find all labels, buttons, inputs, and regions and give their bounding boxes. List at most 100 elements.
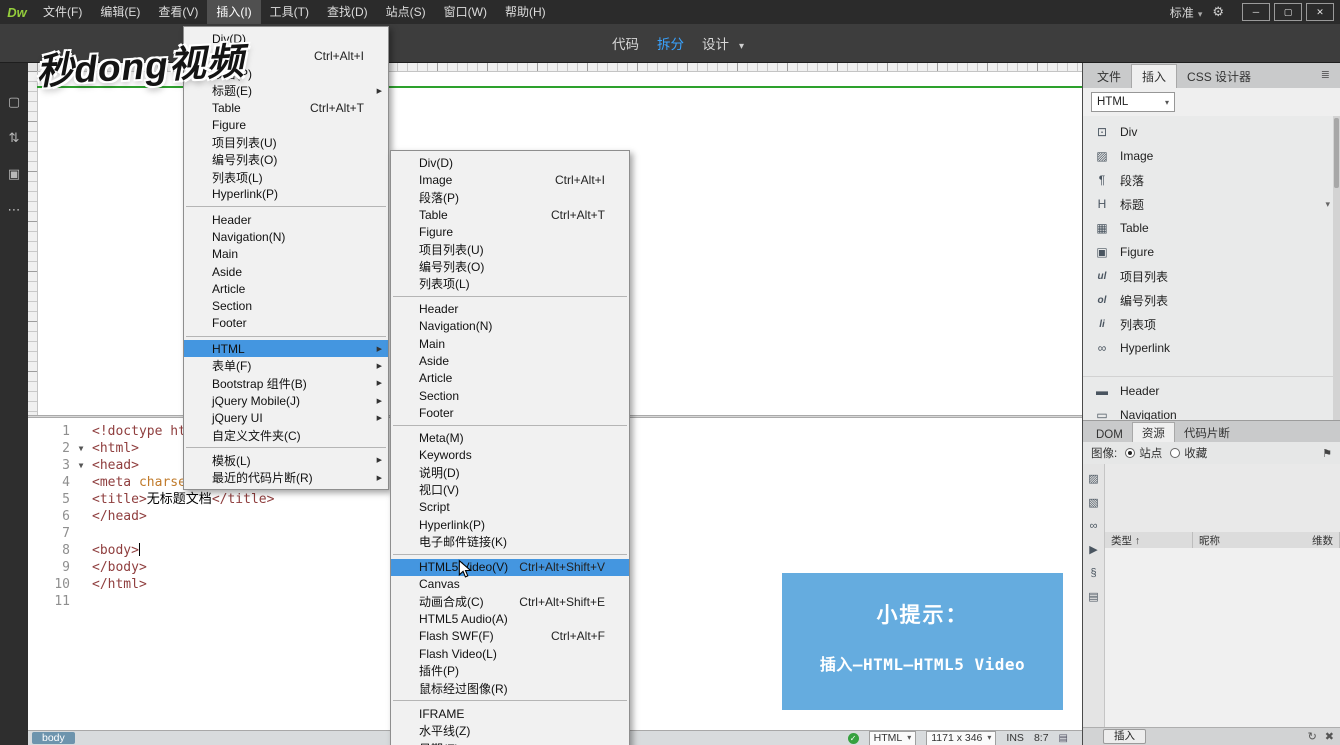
media-icon[interactable]: ▶ <box>1089 543 1097 556</box>
column-header[interactable]: 昵称 <box>1193 532 1306 548</box>
insert-item[interactable]: ⊡ Div ▾ <box>1083 120 1340 144</box>
menu-item[interactable]: 编号列表(O) <box>184 151 388 168</box>
insert-item[interactable]: ol 编号列表 ▾ <box>1083 288 1340 312</box>
menubar-item[interactable]: 插入(I) <box>207 0 260 24</box>
panel-tab[interactable]: CSS 设计器 <box>1177 65 1261 88</box>
panel-scrollbar[interactable] <box>1333 116 1340 420</box>
insert-category-dropdown[interactable]: HTML▾ <box>1091 92 1175 112</box>
column-header[interactable]: 维数 <box>1306 532 1340 548</box>
menu-item[interactable]: 项目列表(U) <box>184 134 388 151</box>
menu-item[interactable]: 视口(V) <box>391 481 629 498</box>
insert-item[interactable]: li 列表项 ▾ <box>1083 312 1340 336</box>
menu-item[interactable]: 编号列表(O) <box>391 258 629 275</box>
insert-item[interactable]: H 标题 ▾ <box>1083 192 1340 216</box>
refresh-icon[interactable]: ↻ <box>1308 730 1317 743</box>
menu-item[interactable]: HTML5 Video(V)Ctrl+Alt+Shift+V <box>391 559 629 576</box>
document-icon[interactable]: ▢ <box>8 94 20 110</box>
menu-item[interactable]: Aside <box>184 263 388 280</box>
insert-item[interactable]: ▦ Table ▾ <box>1083 216 1340 240</box>
menu-item[interactable]: Article <box>391 370 629 387</box>
asset-list-area[interactable] <box>1105 548 1340 727</box>
colors-icon[interactable]: ▧ <box>1088 496 1098 509</box>
insert-item[interactable]: ▨ Image ▾ <box>1083 144 1340 168</box>
site-radio[interactable]: 站点 <box>1125 445 1162 461</box>
menu-item[interactable]: 插件(P) <box>391 662 629 679</box>
menu-item[interactable]: Footer <box>391 404 629 421</box>
view-mode-tab[interactable]: 代码 <box>612 33 639 53</box>
menu-item[interactable]: IFRAME <box>391 705 629 722</box>
bookmark-icon[interactable]: ⚑ <box>1322 447 1332 460</box>
menubar-item[interactable]: 站点(S) <box>377 0 435 24</box>
menubar-item[interactable]: 查找(D) <box>318 0 377 24</box>
menu-item[interactable]: Section <box>391 387 629 404</box>
menubar-item[interactable]: 编辑(E) <box>91 0 149 24</box>
menu-item[interactable]: 水平线(Z) <box>391 722 629 739</box>
menu-item[interactable]: Navigation(N) <box>391 318 629 335</box>
menu-item[interactable]: Aside <box>391 352 629 369</box>
menu-item[interactable]: Div(D) <box>391 154 629 171</box>
favorites-radio[interactable]: 收藏 <box>1170 445 1207 461</box>
menu-item[interactable]: 段落(P) <box>391 189 629 206</box>
scripts-icon[interactable]: § <box>1090 567 1096 579</box>
scrollbar-thumb[interactable] <box>1334 118 1339 188</box>
menu-item[interactable]: Hyperlink(P) <box>184 186 388 203</box>
assets-insert-button[interactable]: 插入 <box>1103 729 1146 744</box>
menu-item[interactable]: 模板(L)▶ <box>184 452 388 469</box>
menu-item[interactable]: Hyperlink(P) <box>391 516 629 533</box>
menu-item[interactable]: TableCtrl+Alt+T <box>184 99 388 116</box>
menu-item[interactable]: jQuery Mobile(J)▶ <box>184 392 388 409</box>
menu-item[interactable]: Header <box>391 300 629 317</box>
menu-item[interactable]: Section <box>184 297 388 314</box>
menu-item[interactable]: 日期(E) <box>391 740 629 745</box>
gear-icon[interactable]: ⚙ <box>1212 4 1224 20</box>
menu-item[interactable]: 自定义文件夹(C) <box>184 427 388 444</box>
more-icon[interactable]: ⋯ <box>8 202 21 218</box>
menu-item[interactable]: Script <box>391 499 629 516</box>
menu-item[interactable]: Header <box>184 211 388 228</box>
menu-item[interactable]: Keywords <box>391 447 629 464</box>
menu-item[interactable]: 列表项(L) <box>391 275 629 292</box>
code-navigator-icon[interactable]: ▤ <box>1059 733 1068 744</box>
insert-item[interactable]: ▣ Figure ▾ <box>1083 240 1340 264</box>
menu-item[interactable]: HTML5 Audio(A) <box>391 610 629 627</box>
panel-tab[interactable]: 插入 <box>1131 64 1177 88</box>
menu-item[interactable]: 电子邮件链接(K) <box>391 533 629 550</box>
panel-tab[interactable]: 文件 <box>1087 65 1131 88</box>
close-button[interactable]: ✕ <box>1306 3 1334 21</box>
menu-item[interactable]: Figure <box>184 116 388 133</box>
window-size-dropdown[interactable]: 1171 x 346▾ <box>926 731 996 745</box>
menu-item[interactable]: Navigation(N) <box>184 228 388 245</box>
menu-item[interactable]: Main <box>391 335 629 352</box>
workspace-switcher[interactable]: 标准▾ <box>1170 4 1203 21</box>
dom-panel-tab[interactable]: 资源 <box>1132 422 1175 443</box>
menubar-item[interactable]: 工具(T) <box>261 0 318 24</box>
code-fold-icon[interactable]: ▼ <box>70 440 92 457</box>
menu-item[interactable]: Flash SWF(F)Ctrl+Alt+F <box>391 628 629 645</box>
insert-item[interactable]: ∞ Hyperlink ▾ <box>1083 336 1340 360</box>
images-icon[interactable]: ▨ <box>1088 472 1098 485</box>
menubar-item[interactable]: 文件(F) <box>34 0 91 24</box>
delete-icon[interactable]: ✖ <box>1325 730 1334 743</box>
menu-item[interactable]: HTML▶ <box>184 340 388 357</box>
menu-item[interactable]: ImageCtrl+Alt+I <box>391 171 629 188</box>
library-icon[interactable]: ▤ <box>1088 590 1098 603</box>
dom-panel-tab[interactable]: DOM <box>1087 427 1132 443</box>
menu-item[interactable]: 鼠标经过图像(R) <box>391 680 629 697</box>
menu-item[interactable]: 列表项(L) <box>184 168 388 185</box>
insert-item[interactable]: ▬ Header ▾ <box>1083 379 1340 403</box>
menu-item[interactable]: Meta(M) <box>391 429 629 446</box>
menu-item[interactable]: Bootstrap 组件(B)▶ <box>184 375 388 392</box>
minimize-button[interactable]: ─ <box>1242 3 1270 21</box>
panel-menu-icon[interactable]: ≣ <box>1321 68 1338 85</box>
menu-item[interactable]: 最近的代码片断(R)▶ <box>184 469 388 486</box>
view-mode-tab[interactable]: 设计 <box>702 33 744 53</box>
dom-panel-tab[interactable]: 代码片断 <box>1175 423 1239 443</box>
file-transfer-icon[interactable]: ⇅ <box>9 130 20 146</box>
urls-icon[interactable]: ∞ <box>1090 520 1098 532</box>
menu-item[interactable]: Flash Video(L) <box>391 645 629 662</box>
menu-item[interactable]: 说明(D) <box>391 464 629 481</box>
insert-item[interactable]: ul 项目列表 ▾ <box>1083 264 1340 288</box>
menubar-item[interactable]: 帮助(H) <box>496 0 555 24</box>
menu-item[interactable]: 动画合成(C)Ctrl+Alt+Shift+E <box>391 593 629 610</box>
menu-item[interactable]: 表单(F)▶ <box>184 357 388 374</box>
